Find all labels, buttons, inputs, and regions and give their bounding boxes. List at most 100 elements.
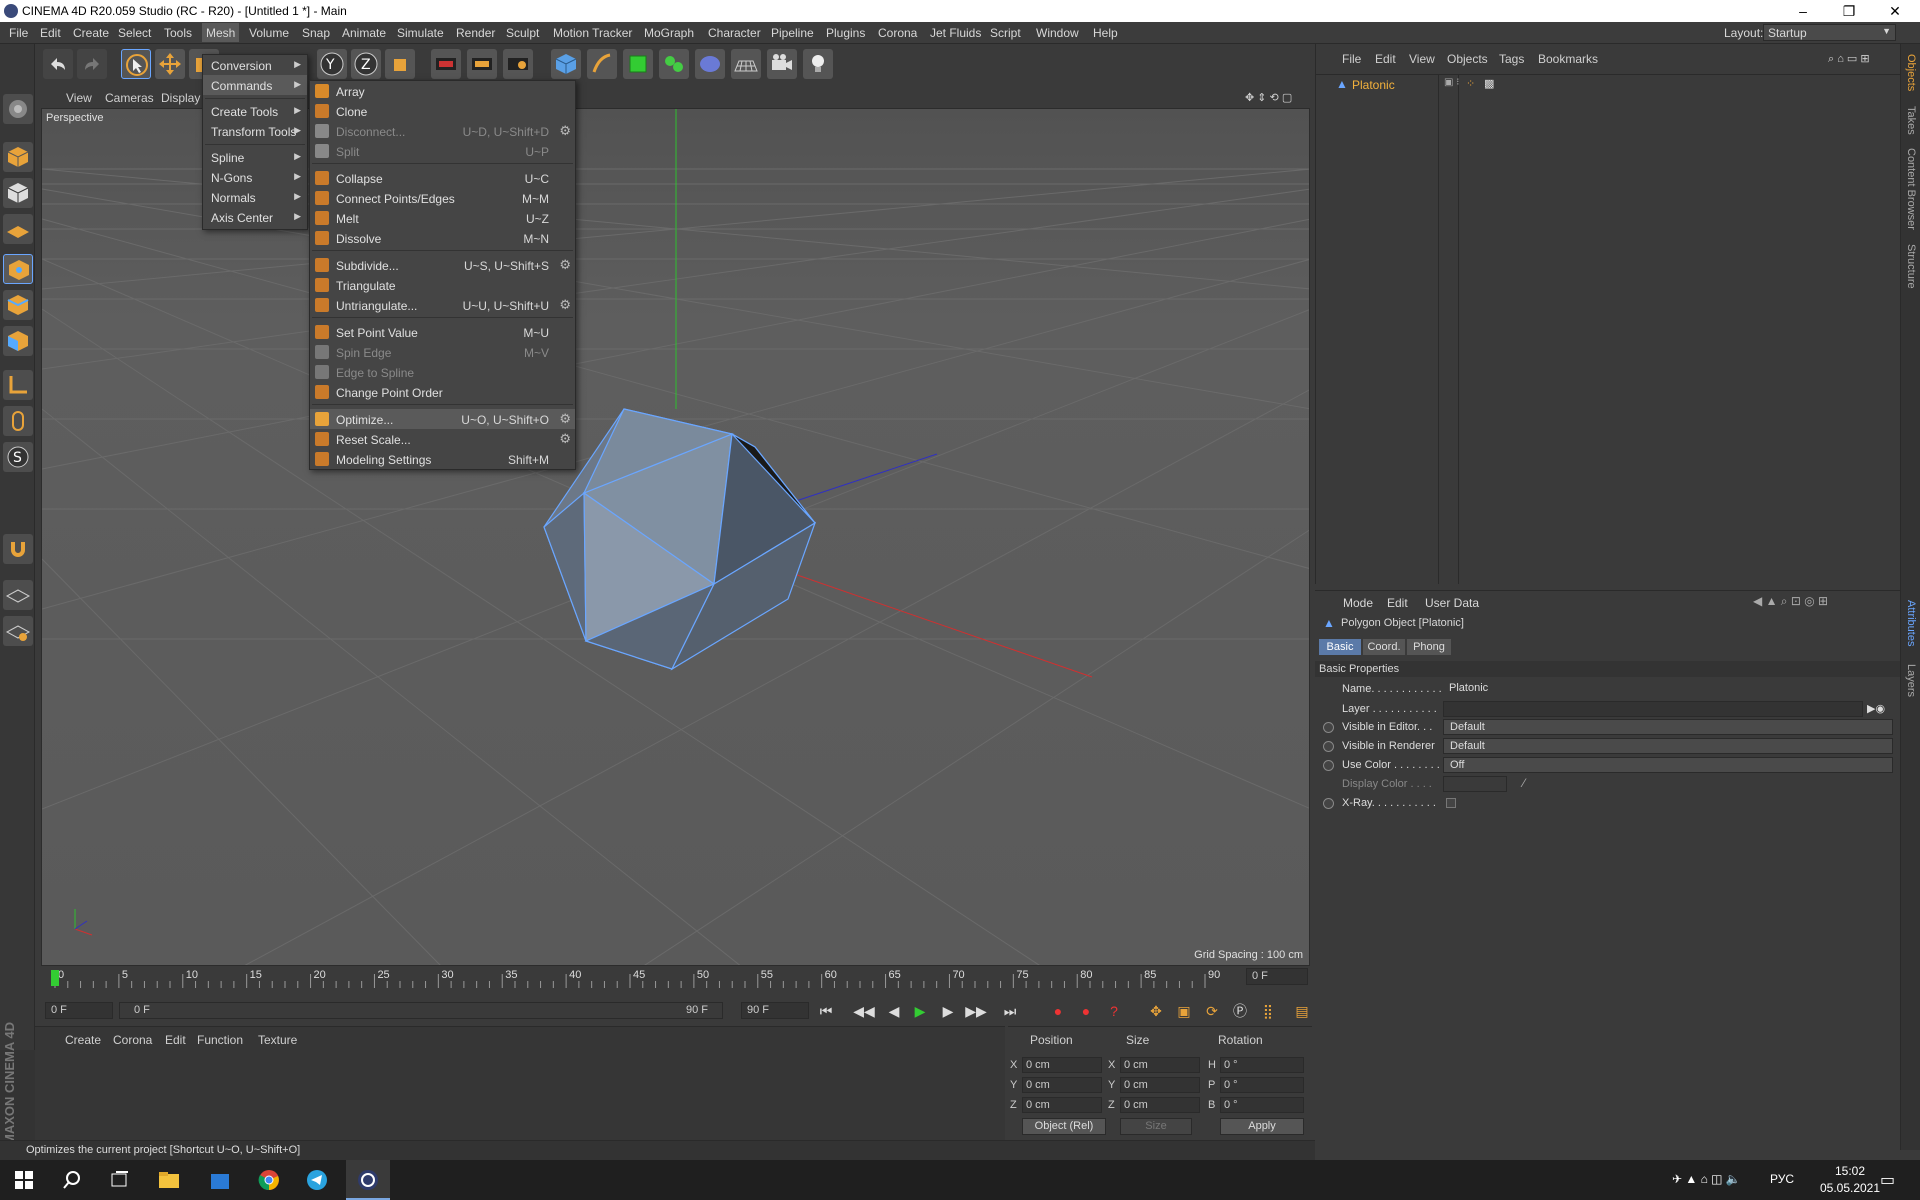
tab-coord[interactable]: Coord.	[1363, 639, 1405, 655]
tweak-mode-icon[interactable]	[3, 406, 33, 436]
go-to-end-icon[interactable]: ⏭	[999, 1000, 1021, 1022]
command-connect-points-edges[interactable]: Connect Points/Edges M~M	[310, 188, 575, 208]
record-scale-icon[interactable]: ▣	[1173, 1000, 1195, 1022]
apply-button[interactable]: Apply	[1220, 1118, 1304, 1135]
side-tab-layers[interactable]: Layers	[1905, 664, 1917, 697]
command-clone[interactable]: Clone	[310, 101, 575, 121]
command-triangulate[interactable]: Triangulate	[310, 275, 575, 295]
position-z-field[interactable]: 0 cm	[1022, 1097, 1102, 1113]
material-menu-function[interactable]: Function	[197, 1033, 243, 1047]
next-frame-icon[interactable]: ▶	[937, 1000, 959, 1022]
layer-picker-icon[interactable]: ▶◉	[1867, 702, 1885, 715]
next-key-icon[interactable]: ▶▶	[965, 1000, 987, 1022]
make-editable-icon[interactable]	[3, 94, 33, 124]
autokeying-icon[interactable]: ●	[1075, 1000, 1097, 1022]
size-x-field[interactable]: 0 cm	[1120, 1057, 1200, 1073]
command-change-point-order[interactable]: Change Point Order	[310, 382, 575, 402]
mesh-menu-conversion[interactable]: Conversion ▶	[203, 55, 307, 75]
mesh-menu-transform-tools[interactable]: Transform Tools ▶	[203, 121, 307, 141]
menu-sculpt[interactable]: Sculpt	[506, 26, 539, 40]
move-icon[interactable]	[155, 49, 185, 79]
viewport-menu-display[interactable]: Display	[161, 91, 200, 105]
attr-menu-mode[interactable]: Mode	[1343, 596, 1373, 610]
live-selection-icon[interactable]	[121, 49, 151, 79]
end-frame-field[interactable]: 90 F	[741, 1002, 809, 1019]
snapping-icon[interactable]: S	[3, 442, 33, 472]
telegram-icon[interactable]	[305, 1168, 329, 1192]
record-parameter-icon[interactable]: Ⓟ	[1229, 1000, 1251, 1022]
animate-radio[interactable]	[1323, 760, 1334, 771]
display-color-swatch[interactable]	[1443, 776, 1507, 792]
command-dissolve[interactable]: Dissolve M~N	[310, 228, 575, 248]
close-button[interactable]: ✕	[1872, 0, 1918, 22]
mesh-menu-axis-center[interactable]: Axis Center ▶	[203, 207, 307, 227]
tab-phong[interactable]: Phong	[1407, 639, 1451, 655]
side-tab-attributes[interactable]: Attributes	[1905, 600, 1917, 646]
clock-time[interactable]: 15:02	[1820, 1164, 1880, 1178]
command-untriangulate[interactable]: Untriangulate... U~U, U~Shift+U ⚙	[310, 295, 575, 315]
keyframe-selection-icon[interactable]: ?	[1103, 1000, 1125, 1022]
material-menu-texture[interactable]: Texture	[258, 1033, 297, 1047]
command-optimize[interactable]: Optimize... U~O, U~Shift+O ⚙	[310, 409, 575, 429]
subdivision-surface-icon[interactable]	[623, 49, 653, 79]
command-collapse[interactable]: Collapse U~C	[310, 168, 575, 188]
z-axis-lock-icon[interactable]: Z	[351, 49, 381, 79]
texture-mode-icon[interactable]	[3, 178, 33, 208]
xray-checkbox[interactable]	[1446, 798, 1456, 808]
size-z-field[interactable]: 0 cm	[1120, 1097, 1200, 1113]
deformer-icon[interactable]	[695, 49, 725, 79]
objects-menu-bookmarks[interactable]: Bookmarks	[1538, 52, 1598, 66]
previous-key-icon[interactable]: ◀◀	[853, 1000, 875, 1022]
previous-frame-icon[interactable]: ◀	[883, 1000, 905, 1022]
timeline-ruler[interactable]: 0 5 10 15 20 25 30 35 40 45 50 55 60 65 70 75 80 85 90 0 F	[41, 966, 1310, 990]
checker-tag-icon[interactable]: ▩	[1484, 77, 1494, 90]
viewport-menu-cameras[interactable]: Cameras	[105, 91, 154, 105]
object-name[interactable]: Platonic	[1352, 78, 1395, 92]
gear-icon[interactable]: ⚙	[559, 411, 571, 427]
command-subdivide[interactable]: Subdivide... U~S, U~Shift+S ⚙	[310, 255, 575, 275]
render-settings-icon[interactable]	[503, 49, 533, 79]
command-disconnect[interactable]: Disconnect... U~D, U~Shift+D ⚙	[310, 121, 575, 141]
windows-start-icon[interactable]	[12, 1168, 36, 1192]
pen-spline-icon[interactable]	[587, 49, 617, 79]
menu-window[interactable]: Window	[1036, 26, 1079, 40]
size-mode-dropdown[interactable]: Size	[1120, 1118, 1192, 1135]
3d-viewport[interactable]: Perspective Grid Spacing : 100 cm	[41, 108, 1310, 966]
gear-icon[interactable]: ⚙	[559, 257, 571, 273]
redo-icon[interactable]	[77, 49, 107, 79]
menu-file[interactable]: File	[9, 26, 28, 40]
command-edge-to-spline[interactable]: Edge to Spline	[310, 362, 575, 382]
frame-range-slider[interactable]: 0 F 90 F	[119, 1002, 723, 1019]
viewport-menu-view[interactable]: View	[66, 91, 92, 105]
side-tab-objects[interactable]: Objects	[1905, 54, 1917, 91]
command-spin-edge[interactable]: Spin Edge M~V	[310, 342, 575, 362]
mesh-menu-ngons[interactable]: N-Gons ▶	[203, 167, 307, 187]
task-view-icon[interactable]	[108, 1168, 132, 1192]
coordinate-system-icon[interactable]	[385, 49, 415, 79]
menu-animate[interactable]: Animate	[342, 26, 386, 40]
attr-navigation-icons[interactable]: ◀ ▲ ⌕ ⊡ ◎ ⊞	[1753, 594, 1828, 609]
animate-radio[interactable]	[1323, 722, 1334, 733]
menu-create[interactable]: Create	[73, 26, 109, 40]
color-picker-icon[interactable]: ⁄	[1523, 776, 1525, 790]
animate-radio[interactable]	[1323, 798, 1334, 809]
search-icon[interactable]: ⌕ ⌂ ▭ ⊞	[1828, 52, 1870, 66]
floor-environment-icon[interactable]	[731, 49, 761, 79]
name-field[interactable]: Platonic	[1443, 681, 1893, 697]
planar-workplane-icon[interactable]	[3, 616, 33, 646]
mesh-menu-normals[interactable]: Normals ▶	[203, 187, 307, 207]
store-icon[interactable]	[208, 1168, 232, 1192]
magnet-icon[interactable]	[3, 534, 33, 564]
material-menu-create[interactable]: Create	[65, 1033, 101, 1047]
mesh-menu-commands[interactable]: Commands ▶	[203, 75, 307, 95]
locked-workplane-icon[interactable]	[3, 580, 33, 610]
playhead[interactable]	[51, 970, 59, 986]
rotation-p-field[interactable]: 0 °	[1220, 1077, 1304, 1093]
visibility-dots-icon[interactable]: ▣ ⁝	[1444, 77, 1459, 88]
timeline-window-icon[interactable]: ▤	[1291, 1000, 1313, 1022]
menu-simulate[interactable]: Simulate	[397, 26, 444, 40]
layout-dropdown[interactable]: Startup ▼	[1763, 24, 1896, 41]
position-x-field[interactable]: 0 cm	[1022, 1057, 1102, 1073]
light-icon[interactable]	[803, 49, 833, 79]
command-modeling-settings[interactable]: Modeling Settings Shift+M	[310, 449, 575, 469]
